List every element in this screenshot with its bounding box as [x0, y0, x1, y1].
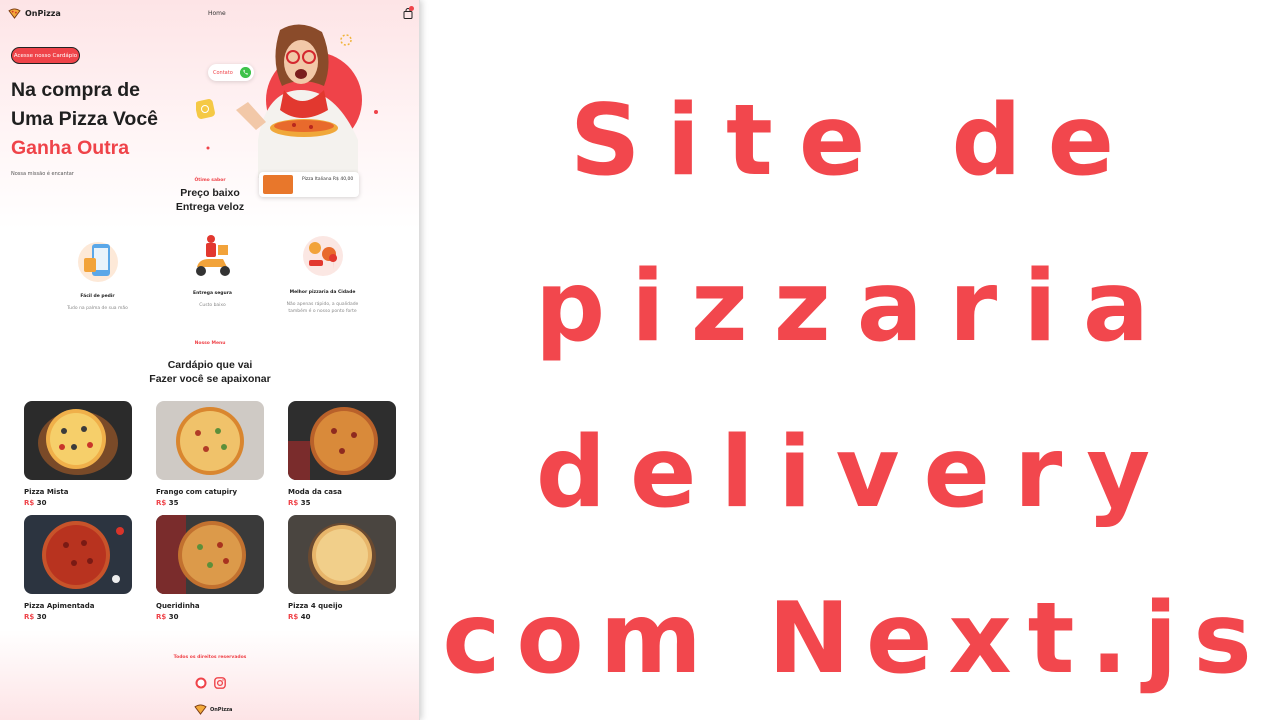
menu-item-name: Moda da casa [288, 488, 342, 496]
menu-item-name: Frango com catupiry [156, 488, 238, 496]
feature-desc: Custo baixo [199, 303, 226, 308]
menu-item-price: R$ 35 [156, 499, 264, 507]
tagline-line-1: Preço baixo [180, 187, 240, 199]
menu-item-name: Pizza 4 queijo [288, 602, 343, 610]
pizza-image [24, 515, 132, 594]
pizza-logo-icon [8, 8, 21, 19]
headline-line-1: Site de [569, 84, 1141, 198]
delivery-scooter-icon [195, 235, 230, 276]
nav-link-home[interactable]: Home [208, 10, 226, 17]
menu-heading-line-1: Cardápio que vai [167, 359, 253, 371]
menu-item-card[interactable]: Pizza 4 queijo R$ 40 [288, 515, 396, 621]
cart-badge [409, 6, 414, 11]
pizza-image [156, 401, 264, 480]
pizza-image [288, 515, 396, 594]
headline-line-4: com Next.js [442, 582, 1268, 696]
github-icon[interactable] [195, 677, 207, 689]
website-preview: OnPizza Home Acesse nosso Cardápio Na co… [0, 0, 420, 720]
currency-label: R$ [288, 499, 299, 507]
phone-order-icon [77, 242, 118, 282]
tagline-line-2: Entrega veloz [175, 201, 245, 213]
menu-heading: Cardápio que vai Fazer você se apaixonar [0, 358, 419, 386]
hero-title-line-1: Na compra de [11, 79, 140, 101]
feature-easy-order: Fácil de pedir Tudo na palma de sua mão [55, 236, 140, 312]
currency-label: R$ [24, 613, 35, 621]
currency-label: R$ [156, 613, 167, 621]
menu-item-price: R$ 30 [24, 499, 132, 507]
tagline-small: Ótimo sabor [194, 178, 226, 183]
hero-title-line-3: Ganha Outra [11, 137, 130, 159]
pizza-image [156, 515, 264, 594]
menu-small-label: Nosso Menu [194, 341, 226, 346]
menu-heading-line-2: Fazer você se apaixonar [149, 373, 271, 385]
currency-label: R$ [156, 499, 167, 507]
menu-item-name: Pizza Mista [24, 488, 69, 496]
instagram-icon[interactable] [214, 677, 226, 689]
menu-item-card[interactable]: Frango com catupiry R$ 35 [156, 401, 264, 507]
menu-item-card[interactable]: Moda da casa R$ 35 [288, 401, 396, 507]
menu-cta-button[interactable]: Acesse nosso Cardápio [11, 47, 80, 64]
menu-item-card[interactable]: Pizza Mista R$ 30 [24, 401, 132, 507]
price-value: 35 [168, 499, 179, 507]
price-value: 30 [36, 613, 47, 621]
pizza-logo-icon [194, 704, 207, 715]
menu-item-price: R$ 40 [288, 613, 396, 621]
menu-item-price: R$ 35 [288, 499, 396, 507]
hero-title-line-2: Uma Pizza Você [11, 108, 159, 130]
headline-line-3: delivery [535, 416, 1175, 530]
currency-label: R$ [24, 499, 35, 507]
footer-rights: Todos os direitos reservados [173, 655, 247, 660]
nav-logo[interactable]: OnPizza [8, 8, 61, 19]
footer-logo-text: OnPizza [210, 706, 233, 713]
headline-line-2: pizzaria [534, 250, 1175, 364]
price-value: 30 [168, 613, 179, 621]
menu-item-card[interactable]: Queridinha R$ 30 [156, 515, 264, 621]
pizza-image [288, 401, 396, 480]
feature-desc: Tudo na palma de sua mão [67, 306, 128, 311]
tagline-heading: Preço baixo Entrega veloz [0, 186, 419, 214]
feature-title: Fácil de pedir [80, 294, 115, 299]
currency-label: R$ [288, 613, 299, 621]
menu-item-name: Pizza Apimentada [24, 602, 95, 610]
menu-item-name: Queridinha [156, 602, 200, 610]
feature-title: Entrega segura [193, 291, 232, 296]
feature-safe-delivery: Entrega segura Custo baixo [170, 233, 255, 309]
price-value: 40 [300, 613, 311, 621]
thumbnail: OnPizza Home Acesse nosso Cardápio Na co… [0, 0, 1280, 720]
map-pizza-icon [302, 236, 343, 276]
contact-button[interactable]: Contato [208, 64, 254, 81]
hero-title: Na compra de Uma Pizza Você Ganha Outra [11, 76, 158, 163]
feature-best-pizzeria: Melhor pizzaria da Cidade Não apenas ráp… [280, 232, 365, 315]
contact-label: Contato [213, 69, 233, 76]
menu-item-price: R$ 30 [156, 613, 264, 621]
feature-desc: Não apenas rápido, a qualidade também é … [286, 302, 359, 314]
logo-text: OnPizza [25, 9, 61, 18]
footer-logo[interactable]: OnPizza [194, 704, 232, 715]
pizza-image [24, 401, 132, 480]
feature-title: Melhor pizzaria da Cidade [289, 290, 356, 295]
price-value: 30 [36, 499, 47, 507]
menu-item-card[interactable]: Pizza Apimentada R$ 30 [24, 515, 132, 621]
price-value: 35 [300, 499, 311, 507]
hero-subtitle: Nossa missão é encantar [11, 171, 74, 177]
menu-item-price: R$ 30 [24, 613, 132, 621]
phone-icon [240, 67, 251, 78]
video-headline: Site de pizzaria delivery com Next.js [440, 58, 1270, 720]
